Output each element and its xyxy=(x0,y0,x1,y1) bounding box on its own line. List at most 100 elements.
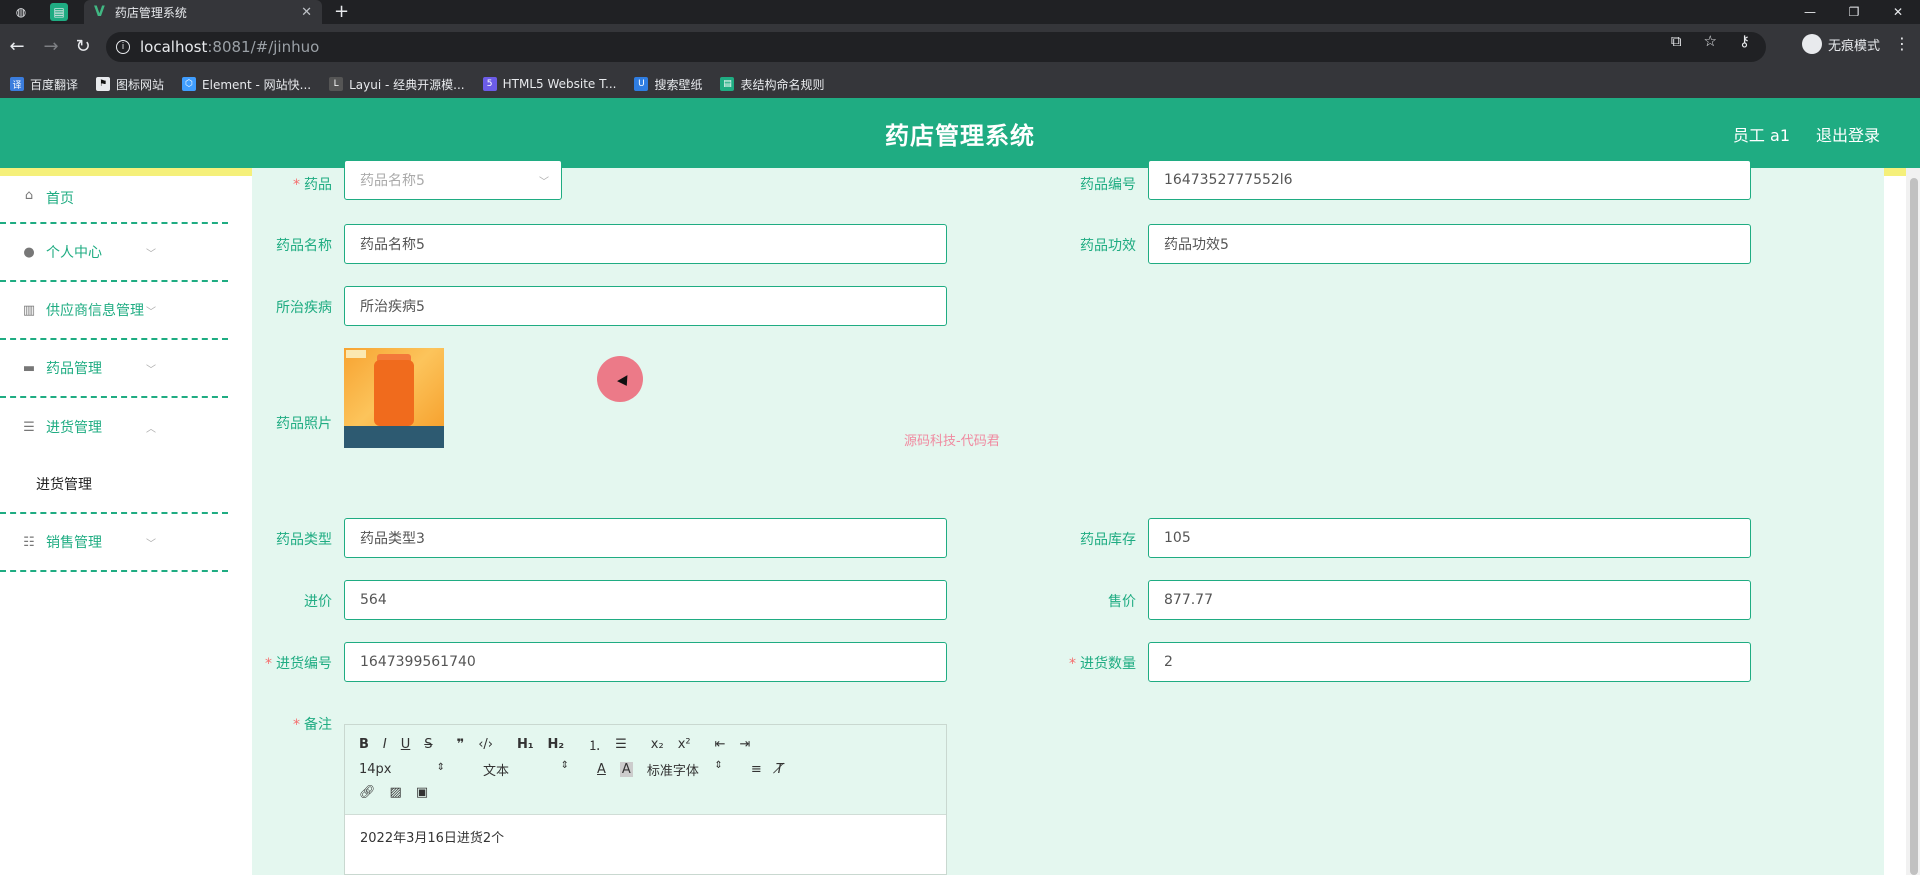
tab-title: 药店管理系统 xyxy=(114,5,187,20)
editor-content[interactable]: 2022年3月16日进货2个 xyxy=(360,827,504,846)
remark-label: * 备注 xyxy=(293,717,332,733)
sidebar-item-supplier[interactable]: ▥ 供应商信息管理 ﹀ xyxy=(0,282,228,340)
minimize-icon[interactable]: — xyxy=(1788,0,1832,24)
sale-price-input[interactable]: 877.77 xyxy=(1148,580,1751,620)
purchase-qty-input[interactable]: 2 xyxy=(1148,642,1751,682)
subscript-icon[interactable]: x₂ xyxy=(651,737,664,752)
new-tab-icon[interactable]: + xyxy=(334,1,349,22)
incognito-icon xyxy=(1801,34,1822,54)
stock-label: 药品库存 xyxy=(1080,532,1136,548)
key-icon[interactable]: ⚷ xyxy=(1739,32,1750,50)
clear-format-icon[interactable]: T̸ xyxy=(776,762,784,777)
bookmark-item[interactable]: ⚑ 图标网站 xyxy=(96,76,164,93)
superscript-icon[interactable]: x² xyxy=(678,737,691,752)
bookmark-item[interactable]: U 搜索壁纸 xyxy=(634,76,702,93)
drug-type-input[interactable]: 药品类型3 xyxy=(344,518,947,558)
restore-icon[interactable]: ❐ xyxy=(1832,0,1876,24)
app-favicon-icon[interactable]: ▤ xyxy=(50,3,68,21)
html5-icon: 5 xyxy=(482,77,497,91)
forward-icon[interactable]: → xyxy=(40,36,62,57)
omnibox-actions: ⧉ ☆ ⚷ xyxy=(1671,32,1750,50)
strike-icon[interactable]: S xyxy=(424,737,432,752)
sidebar: ⌂ 首页 ● 个人中心 ﹀ ▥ 供应商信息管理 ﹀ ▬ 药品管理 ﹀ ☰ 进货管… xyxy=(0,176,228,875)
underline-icon[interactable]: U xyxy=(401,737,411,752)
heading1-icon[interactable]: H₁ xyxy=(517,737,534,752)
font-size-select[interactable]: 14px ⇕ xyxy=(359,762,459,777)
back-icon[interactable]: ← xyxy=(6,36,28,57)
background-color-icon[interactable]: A xyxy=(619,762,633,777)
italic-icon[interactable]: I xyxy=(383,737,387,752)
indent-icon[interactable]: ⇥ xyxy=(740,737,751,752)
translate-icon: 译 xyxy=(10,77,24,91)
menu-icon[interactable]: ⋮ xyxy=(1894,34,1910,53)
chevron-down-icon: ﹀ xyxy=(146,538,156,550)
sheet-icon: ▤ xyxy=(720,77,735,91)
link-icon[interactable]: 🔗︎ xyxy=(359,785,376,800)
wallpaper-icon: U xyxy=(634,77,649,91)
bullet-list-icon[interactable]: ☰ xyxy=(615,737,627,752)
chevron-down-icon: ﹀ xyxy=(146,364,156,376)
drug-code-input[interactable]: 1647352777552l6 xyxy=(1148,160,1751,200)
purchase-no-input[interactable]: 1647399561740 xyxy=(344,642,947,682)
list-icon: ☰ xyxy=(23,419,35,435)
disease-label: 所治疾病 xyxy=(276,300,332,316)
stock-input[interactable]: 105 xyxy=(1148,518,1751,558)
supplier-icon: ▥ xyxy=(22,302,36,318)
sidebar-item-purchase[interactable]: ☰ 进货管理 ︿ xyxy=(0,398,228,456)
chevron-down-icon: ﹀ xyxy=(146,306,156,318)
image-icon[interactable]: ▨ xyxy=(390,785,402,800)
sidebar-group-purchase: ☰ 进货管理 ︿ 进货管理 xyxy=(0,398,228,514)
logout-button[interactable]: 退出登录 xyxy=(1816,122,1880,146)
incognito-indicator[interactable]: 无痕模式 xyxy=(1801,34,1880,54)
cost-price-label: 进价 xyxy=(304,594,332,610)
window-close-icon[interactable]: ✕ xyxy=(1876,0,1920,24)
active-tab[interactable]: V 药店管理系统 ✕ xyxy=(84,0,322,24)
sidebar-item-home[interactable]: ⌂ 首页 xyxy=(0,176,228,224)
url-host: localhost xyxy=(140,38,208,56)
info-icon[interactable]: i xyxy=(116,40,130,54)
home-icon: ⌂ xyxy=(24,188,34,203)
address-bar: ← → ↻ i localhost:8081/#/jinhuo ⧉ ☆ ⚷ 无痕… xyxy=(0,24,1920,70)
drug-name-input[interactable]: 药品名称5 xyxy=(344,224,947,264)
bold-icon[interactable]: B xyxy=(359,737,369,752)
disease-input[interactable]: 所治疾病5 xyxy=(344,286,947,326)
font-color-icon[interactable]: A xyxy=(597,762,606,777)
drug-photo-label: 药品照片 xyxy=(276,416,332,432)
font-family-select[interactable]: 标准字体 ⇕ xyxy=(647,760,737,779)
sidebar-item-sales[interactable]: ☷ 销售管理 ﹀ xyxy=(0,514,228,572)
drug-photo-image[interactable] xyxy=(344,348,444,448)
globe-icon[interactable]: ◍ xyxy=(12,3,30,21)
drug-effect-label: 药品功效 xyxy=(1080,238,1136,254)
ordered-list-icon[interactable]: ⒈ xyxy=(588,735,601,754)
sidebar-item-profile[interactable]: ● 个人中心 ﹀ xyxy=(0,224,228,282)
reload-icon[interactable]: ↻ xyxy=(72,36,94,57)
bookmark-item[interactable]: L Layui - 经典开源模... xyxy=(329,76,465,93)
chevron-down-icon: ﹀ xyxy=(539,176,549,188)
code-icon[interactable]: ‹/› xyxy=(478,737,493,752)
bookmark-item[interactable]: ⬡ Element - 网站快... xyxy=(182,76,311,93)
outdent-icon[interactable]: ⇤ xyxy=(715,737,726,752)
bookmark-item[interactable]: ▤ 表结构命名规则 xyxy=(720,76,824,93)
close-icon[interactable]: ✕ xyxy=(301,5,312,20)
align-icon[interactable]: ≡ xyxy=(751,762,762,777)
sidebar-subitem-purchase[interactable]: 进货管理 xyxy=(0,456,228,512)
element-icon: ⬡ xyxy=(182,77,197,91)
vue-logo-icon: V xyxy=(94,4,105,20)
quote-icon[interactable]: ❞ xyxy=(457,737,465,752)
scrollbar-thumb[interactable] xyxy=(1910,178,1918,875)
purchase-no-label: * 进货编号 xyxy=(265,656,332,672)
heading2-icon[interactable]: H₂ xyxy=(548,737,565,752)
drug-select[interactable]: 药品名称5 ﹀ xyxy=(344,160,562,200)
video-icon[interactable]: ▣ xyxy=(416,785,428,800)
bookmark-item[interactable]: 5 HTML5 Website T... xyxy=(482,77,616,91)
translate-icon[interactable]: ⧉ xyxy=(1671,32,1682,50)
url-input[interactable]: i localhost:8081/#/jinhuo xyxy=(106,32,1766,62)
bookmark-item[interactable]: 译百度翻译 xyxy=(10,76,78,93)
sidebar-item-drugs[interactable]: ▬ 药品管理 ﹀ xyxy=(0,340,228,398)
text-type-select[interactable]: 文本 ⇕ xyxy=(483,760,583,779)
app-header: 药店管理系统 员工 a1 退出登录 xyxy=(0,98,1920,168)
drug-effect-input[interactable]: 药品功效5 xyxy=(1148,224,1751,264)
star-icon[interactable]: ☆ xyxy=(1704,32,1717,50)
cost-price-input[interactable]: 564 xyxy=(344,580,947,620)
browser-tab-bar: ◍ ▤ V 药店管理系统 ✕ + — ❐ ✕ xyxy=(0,0,1920,24)
